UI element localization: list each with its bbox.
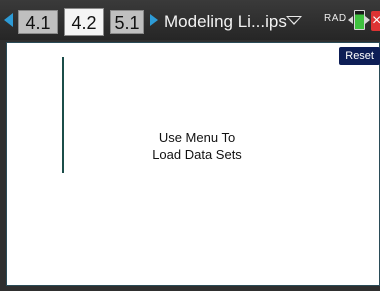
tab-4-2[interactable]: 4.2 — [64, 8, 104, 36]
close-icon[interactable]: × — [371, 11, 380, 31]
work-area[interactable]: Reset Use Menu To Load Data Sets — [6, 42, 380, 286]
tab-5-1[interactable]: 5.1 — [110, 10, 144, 34]
load-data-message: Use Menu To Load Data Sets — [137, 129, 257, 163]
message-line-1: Use Menu To — [158, 130, 236, 145]
message-line-2: Load Data Sets — [152, 147, 242, 162]
caret-down-icon[interactable] — [286, 16, 302, 25]
chevron-right-icon[interactable] — [150, 14, 158, 26]
chevron-left-icon[interactable] — [4, 13, 13, 27]
battery-icon — [348, 9, 370, 31]
document-title[interactable]: Modeling Li...ips — [164, 10, 287, 34]
angle-mode-indicator: RAD — [324, 13, 347, 24]
tab-bar: 4.1 4.2 5.1 Modeling Li...ips RAD × — [0, 0, 380, 40]
vertical-cursor-bar — [62, 57, 64, 173]
tab-4-1[interactable]: 4.1 — [18, 10, 58, 34]
calculator-frame: 4.1 4.2 5.1 Modeling Li...ips RAD × Rese… — [0, 0, 380, 291]
reset-button[interactable]: Reset — [339, 47, 380, 65]
